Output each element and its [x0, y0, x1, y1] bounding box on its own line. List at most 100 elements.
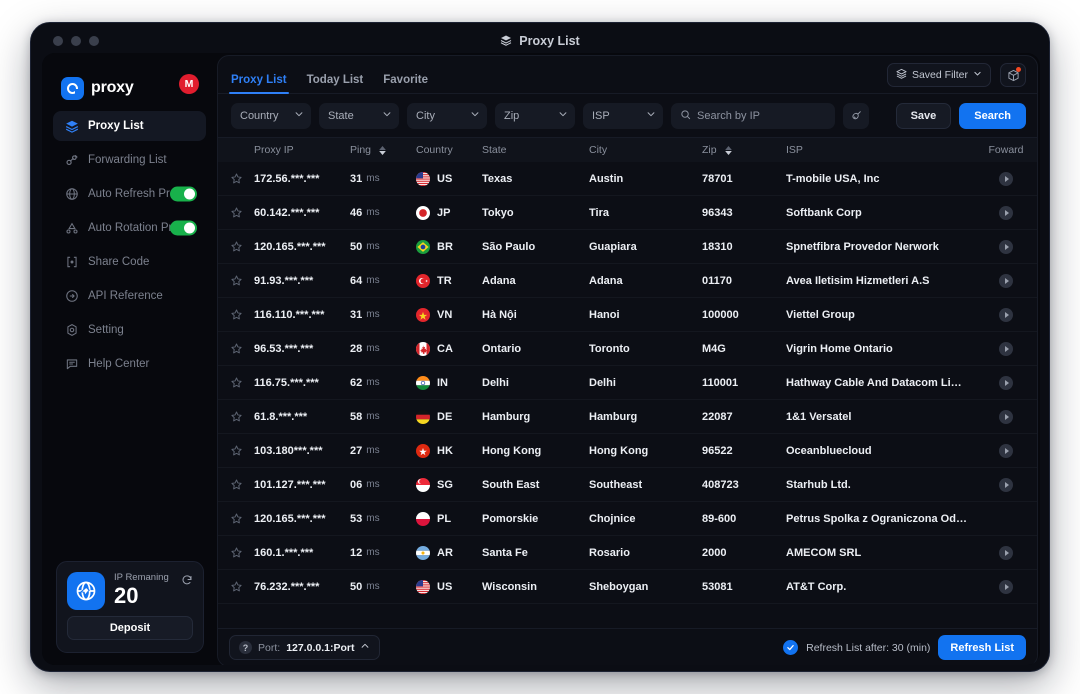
forward-button[interactable]: [999, 171, 1013, 186]
sidebar-item-setting[interactable]: Setting: [53, 315, 206, 345]
filter-city-select[interactable]: City: [407, 102, 487, 129]
window-controls[interactable]: [53, 36, 99, 46]
column-proxy-ip[interactable]: Proxy IP: [254, 144, 350, 156]
avatar[interactable]: M: [179, 74, 199, 94]
refresh-list-button[interactable]: Refresh List: [938, 635, 1026, 660]
sidebar-item-forwarding-list[interactable]: Forwarding List: [53, 145, 206, 175]
column-city[interactable]: City: [589, 144, 702, 156]
favorite-star-button[interactable]: [218, 512, 254, 525]
forward-button[interactable]: [999, 545, 1013, 560]
table-row[interactable]: 60.142.***.*** 46 ms JP Tokyo Tira 96343 Softba…: [218, 196, 1037, 230]
table-row[interactable]: 120.165.***.*** 53 ms PL Pomorskie Chojnice 89…: [218, 502, 1037, 536]
cell-forward[interactable]: [975, 579, 1037, 594]
filter-zip-select[interactable]: Zip: [495, 102, 575, 129]
forward-button[interactable]: [999, 443, 1013, 458]
table-row[interactable]: 160.1.***.*** 12 ms AR Santa Fe Rosario 2000 AM…: [218, 536, 1037, 570]
forward-button[interactable]: [999, 341, 1013, 356]
forward-button[interactable]: [999, 579, 1013, 594]
filter-isp-select[interactable]: ISP: [583, 102, 663, 129]
sidebar-item-proxy-list[interactable]: Proxy List: [53, 111, 206, 141]
favorite-star-button[interactable]: [218, 274, 254, 287]
cell-forward[interactable]: [975, 375, 1037, 390]
favorite-star-button[interactable]: [218, 444, 254, 457]
forward-button[interactable]: [999, 477, 1013, 492]
column-ping[interactable]: Ping: [350, 144, 416, 156]
cell-forward[interactable]: [975, 443, 1037, 458]
favorite-star-button[interactable]: [218, 240, 254, 253]
forward-button[interactable]: [999, 273, 1013, 288]
cell-forward[interactable]: [975, 205, 1037, 220]
search-button[interactable]: Search: [959, 102, 1026, 129]
refresh-icon[interactable]: [181, 573, 193, 591]
auto-rotation-proxy-toggle[interactable]: [170, 220, 197, 236]
table-row[interactable]: 103.180***.*** 27 ms HK Hong Kong Hong Kong 96…: [218, 434, 1037, 468]
saved-filter-button[interactable]: Saved Filter: [886, 63, 991, 87]
search-input[interactable]: Search by IP: [671, 102, 835, 129]
refresh-checkbox[interactable]: [783, 640, 799, 655]
column-zip[interactable]: Zip: [702, 144, 786, 156]
layers-icon: [64, 119, 79, 134]
sidebar-item-help-center[interactable]: Help Center: [53, 349, 206, 379]
filter-country-select[interactable]: Country: [231, 102, 311, 129]
sidebar-item-auto-rotation-proxy[interactable]: Auto Rotation Proxy: [53, 213, 206, 243]
forward-button[interactable]: [999, 205, 1013, 220]
save-button[interactable]: Save: [895, 102, 952, 129]
column-state[interactable]: State: [482, 144, 589, 156]
forward-button[interactable]: [999, 239, 1013, 254]
table-row[interactable]: 116.110.***.*** 31 ms VN Hà Nội Hanoi 100000 Vi…: [218, 298, 1037, 332]
close-button[interactable]: [53, 36, 63, 46]
table-row[interactable]: 91.93.***.*** 64 ms TR Adana Adana 01170 Avea I…: [218, 264, 1037, 298]
forward-button[interactable]: [999, 375, 1013, 390]
port-chip[interactable]: ? Port: 127.0.0.1:Port: [229, 635, 381, 660]
favorite-star-button[interactable]: [218, 410, 254, 423]
favorite-star-button[interactable]: [218, 342, 254, 355]
sidebar-item-api-reference[interactable]: API Reference: [53, 281, 206, 311]
favorite-star-button[interactable]: [218, 172, 254, 185]
sort-icon[interactable]: [724, 145, 732, 155]
cell-forward[interactable]: [975, 409, 1037, 424]
tab-favorite[interactable]: Favorite: [383, 74, 428, 93]
cell-country: HK: [416, 443, 482, 458]
tab-today-list[interactable]: Today List: [307, 74, 364, 93]
deposit-button[interactable]: Deposit: [67, 616, 193, 640]
favorite-star-button[interactable]: [218, 206, 254, 219]
cell-forward[interactable]: [975, 171, 1037, 186]
favorite-star-button[interactable]: [218, 478, 254, 491]
cell-forward[interactable]: [975, 341, 1037, 356]
forward-button[interactable]: [999, 409, 1013, 424]
broom-icon[interactable]: [843, 102, 869, 129]
table-row[interactable]: 61.8.***.*** 58 ms DE Hamburg Hamburg 22087 1&1…: [218, 400, 1037, 434]
cell-forward[interactable]: [975, 273, 1037, 288]
sort-icon[interactable]: [379, 145, 386, 155]
table-row[interactable]: 101.127.***.*** 06 ms SG South East Southeast…: [218, 468, 1037, 502]
sidebar-item-label: API Reference: [88, 290, 163, 302]
sidebar-item-auto-refresh-proxy[interactable]: Auto Refresh Proxy: [53, 179, 206, 209]
maximize-button[interactable]: [89, 36, 99, 46]
table-row[interactable]: 76.232.***.*** 50 ms US Wisconsin Sheboygan 53…: [218, 570, 1037, 604]
table-body[interactable]: 172.56.***.*** 31 ms US Texas Austin 78701 T-mo…: [218, 162, 1037, 628]
favorite-star-button[interactable]: [218, 546, 254, 559]
table-row[interactable]: 120.165.***.*** 50 ms BR São Paulo Guapiara 18…: [218, 230, 1037, 264]
sidebar-item-share-code[interactable]: Share Code: [53, 247, 206, 277]
column-isp[interactable]: ISP: [786, 144, 975, 156]
cell-forward[interactable]: [975, 477, 1037, 492]
filter-state-select[interactable]: State: [319, 102, 399, 129]
forward-button[interactable]: [999, 307, 1013, 322]
minimize-button[interactable]: [71, 36, 81, 46]
cell-forward[interactable]: [975, 545, 1037, 560]
cell-forward[interactable]: [975, 307, 1037, 322]
favorite-star-button[interactable]: [218, 376, 254, 389]
favorite-star-button[interactable]: [218, 580, 254, 593]
favorite-star-button[interactable]: [218, 308, 254, 321]
tabs-bar: Proxy List Today List Favorite Saved Fil…: [218, 56, 1037, 94]
auto-refresh-proxy-toggle[interactable]: [170, 186, 197, 202]
table-row[interactable]: 96.53.***.*** 28 ms CA Ontario Toronto M4G Vigr…: [218, 332, 1037, 366]
package-button[interactable]: [1000, 63, 1026, 87]
cell-forward[interactable]: [975, 239, 1037, 254]
column-country[interactable]: Country: [416, 144, 482, 156]
column-forward: Foward: [988, 144, 1024, 156]
ip-remaining-card: IP Remaning 20 Deposit: [56, 561, 204, 653]
table-row[interactable]: 116.75.***.*** 62 ms IN Delhi Delhi 110001 Hath…: [218, 366, 1037, 400]
tab-proxy-list[interactable]: Proxy List: [229, 74, 289, 94]
table-row[interactable]: 172.56.***.*** 31 ms US Texas Austin 78701 T-mo…: [218, 162, 1037, 196]
